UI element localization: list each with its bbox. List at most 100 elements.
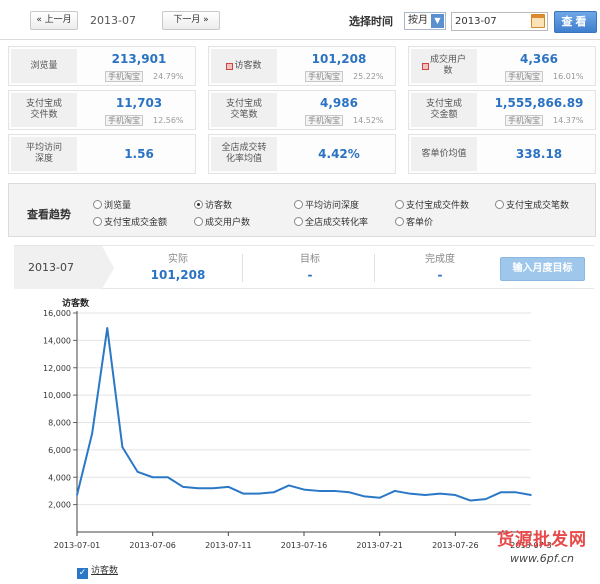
data-point bbox=[348, 491, 351, 494]
radio-dot bbox=[395, 217, 404, 226]
current-month-label: 2013-07 bbox=[90, 14, 136, 27]
data-point bbox=[272, 491, 275, 494]
data-point bbox=[76, 494, 78, 496]
stat-label-box: 成交用户数 bbox=[411, 49, 477, 83]
stat-conversion: 全店成交转化率均值 4.42% bbox=[208, 134, 396, 174]
next-month-button[interactable]: 下一月 » bbox=[162, 11, 220, 30]
x-tick-label: 2013-07-16 bbox=[281, 541, 328, 550]
data-point bbox=[197, 487, 199, 489]
radio-visitors[interactable]: 访客数 bbox=[194, 198, 232, 211]
mobile-pct: 16.01% bbox=[553, 72, 584, 81]
radio-alipay-orders[interactable]: 支付宝成交笔数 bbox=[495, 198, 569, 211]
stat-avg-order: 客单价均值 338.18 bbox=[408, 134, 596, 174]
y-tick-label: 16,000 bbox=[43, 309, 71, 318]
radio-label: 访客数 bbox=[205, 201, 233, 211]
stat-label-box: 访客数 bbox=[211, 49, 277, 83]
stat-value: 213,901 bbox=[111, 52, 167, 66]
actual-value: 101,208 bbox=[150, 268, 206, 282]
mode-select[interactable]: 按月 ▼ bbox=[404, 12, 446, 30]
radio-label: 浏览量 bbox=[104, 201, 132, 211]
radio-label: 全店成交转化率 bbox=[305, 218, 369, 228]
data-point bbox=[394, 490, 396, 492]
mobile-badge: 手机淘宝 bbox=[105, 71, 143, 82]
stat-value: 1.56 bbox=[124, 147, 154, 161]
data-point bbox=[424, 494, 426, 496]
watermark: 货源批发网 www.6pf.cn bbox=[484, 525, 600, 565]
data-point bbox=[363, 495, 366, 498]
stat-label: 支付宝成交笔数 bbox=[211, 93, 277, 127]
radio-alipay-items[interactable]: 支付宝成交件数 bbox=[395, 198, 469, 211]
data-point bbox=[333, 490, 336, 492]
stat-alipay-items: 支付宝成交件数 11,703 手机淘宝 12.56% bbox=[8, 90, 196, 130]
radio-dot bbox=[294, 200, 303, 209]
divider bbox=[242, 254, 243, 282]
stat-value: 101,208 bbox=[311, 52, 367, 66]
radio-label: 客单价 bbox=[406, 218, 434, 228]
search-button[interactable]: 查看 bbox=[554, 11, 597, 33]
stat-visitors: 访客数 101,208 手机淘宝 25.22% bbox=[208, 46, 396, 86]
goal-column: 目标 - bbox=[260, 250, 360, 282]
radio-conversion[interactable]: 全店成交转化率 bbox=[294, 215, 368, 228]
radio-avg-depth[interactable]: 平均访问深度 bbox=[294, 198, 359, 211]
stat-value: 338.18 bbox=[515, 147, 563, 161]
radio-avg-order[interactable]: 客单价 bbox=[395, 215, 433, 228]
mobile-pct: 24.79% bbox=[153, 72, 184, 81]
x-tick-label: 2013-07-26 bbox=[432, 541, 479, 550]
x-tick-label: 2013-07-11 bbox=[205, 541, 252, 550]
data-point bbox=[121, 446, 124, 448]
radio-pageviews[interactable]: 浏览量 bbox=[93, 198, 131, 211]
mobile-pct: 14.37% bbox=[553, 116, 584, 125]
stat-value: 1,555,866.89 bbox=[494, 96, 584, 110]
radio-alipay-amount[interactable]: 支付宝成交金额 bbox=[93, 215, 167, 228]
y-tick-label: 2,000 bbox=[48, 501, 71, 510]
prev-month-button[interactable]: « 上一月 bbox=[30, 11, 78, 30]
data-point bbox=[530, 494, 532, 496]
stat-label: 成交用户数 bbox=[430, 55, 467, 76]
data-point bbox=[303, 488, 305, 491]
data-point bbox=[409, 492, 411, 495]
radio-label: 支付宝成交金额 bbox=[104, 218, 168, 228]
stat-label: 浏览量 bbox=[11, 49, 77, 83]
data-point bbox=[167, 476, 169, 479]
y-tick-label: 14,000 bbox=[43, 336, 71, 345]
chevron-down-icon: ▼ bbox=[431, 14, 444, 28]
mobile-pct: 14.52% bbox=[353, 116, 384, 125]
chart-legend[interactable]: ✓ 访客数 bbox=[77, 563, 118, 579]
calendar-icon[interactable] bbox=[531, 14, 545, 28]
enter-monthly-target-button[interactable]: 输入月度目标 bbox=[500, 257, 585, 281]
radio-dot bbox=[194, 217, 203, 226]
actual-column: 实际 101,208 bbox=[128, 250, 228, 282]
checkbox-checked-icon[interactable]: ✓ bbox=[77, 568, 88, 579]
data-point bbox=[212, 487, 214, 489]
series-line-visitors bbox=[76, 327, 532, 502]
y-tick-label: 10,000 bbox=[43, 391, 71, 400]
mobile-badge: 手机淘宝 bbox=[305, 115, 343, 126]
x-tick-label: 2013-07-21 bbox=[356, 541, 403, 550]
radio-dot-selected bbox=[194, 200, 203, 209]
data-point bbox=[454, 494, 457, 496]
stat-label: 平均访问深度 bbox=[11, 137, 77, 171]
target-month: 2013-07 bbox=[14, 246, 114, 289]
stat-label: 访客数 bbox=[234, 60, 262, 71]
data-point bbox=[151, 476, 154, 479]
data-point bbox=[242, 492, 245, 495]
y-tick-label: 12,000 bbox=[43, 364, 71, 373]
toolbar: « 上一月 2013-07 下一月 » 选择时间 按月 ▼ 2013-07 查看 bbox=[0, 0, 600, 40]
radio-dot bbox=[93, 217, 102, 226]
mobile-badge: 手机淘宝 bbox=[105, 115, 143, 126]
divider bbox=[374, 254, 375, 282]
data-point bbox=[136, 470, 139, 473]
mode-selected-label: 按月 bbox=[408, 15, 428, 26]
data-point bbox=[288, 484, 290, 487]
radio-buyers[interactable]: 成交用户数 bbox=[194, 215, 250, 228]
select-time-label: 选择时间 bbox=[349, 15, 393, 28]
data-point bbox=[91, 432, 93, 435]
data-point bbox=[106, 327, 109, 329]
data-point bbox=[439, 492, 442, 495]
y-tick-label: 4,000 bbox=[48, 473, 71, 482]
flag-icon bbox=[226, 62, 234, 70]
data-point bbox=[182, 486, 184, 488]
radio-dot bbox=[495, 200, 504, 209]
y-tick-label: 6,000 bbox=[48, 446, 71, 455]
completion-label: 完成度 bbox=[425, 254, 455, 265]
